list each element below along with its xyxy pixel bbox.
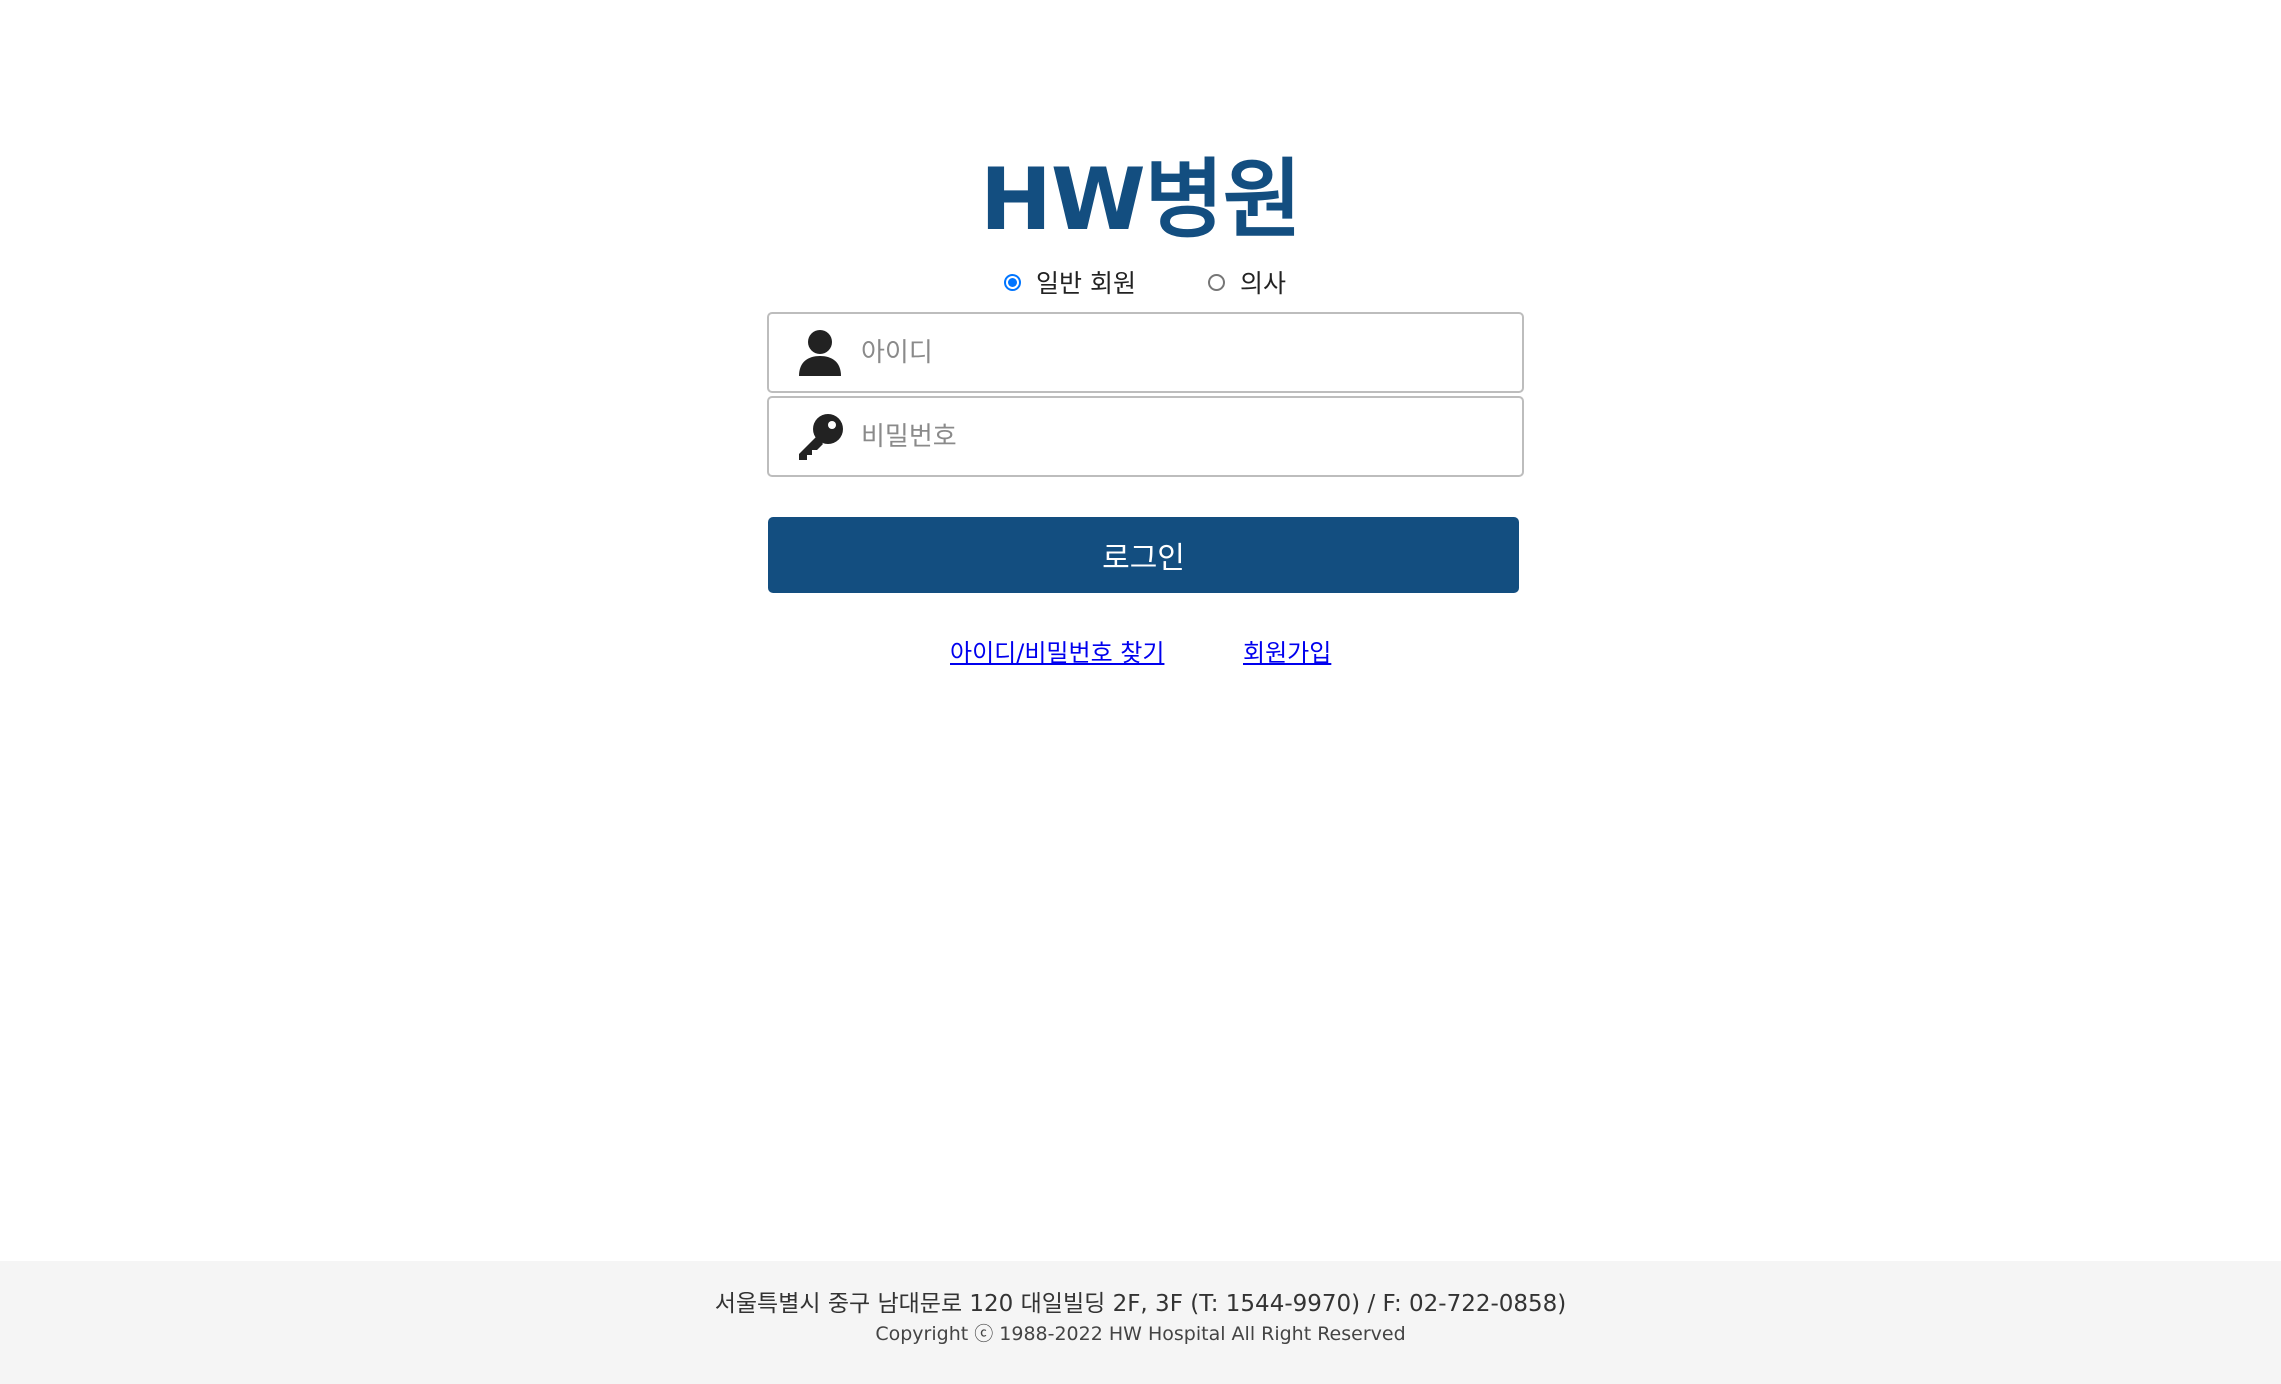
login-button[interactable]: 로그인: [768, 517, 1519, 593]
login-page: HW병원 일반 회원 의사 로그인 아: [0, 0, 2281, 1384]
account-links: 아이디/비밀번호 찾기 회원가입: [0, 633, 2281, 673]
member-type-group: 일반 회원 의사: [0, 262, 2281, 302]
find-account-link[interactable]: 아이디/비밀번호 찾기: [950, 633, 1164, 668]
doctor-radio[interactable]: [1208, 273, 1225, 291]
role-doctor[interactable]: 의사: [1208, 262, 1286, 302]
id-field[interactable]: [767, 312, 1524, 393]
user-icon: [795, 328, 845, 378]
doctor-label: 의사: [1240, 269, 1287, 298]
key-icon: [795, 412, 845, 462]
general-member-radio[interactable]: [1004, 273, 1021, 291]
general-member-label: 일반 회원: [1036, 269, 1136, 298]
password-field[interactable]: [767, 396, 1524, 477]
footer-copyright: Copyright ⓒ 1988-2022 HW Hospital All Ri…: [875, 1323, 1406, 1345]
hospital-logo[interactable]: HW병원: [0, 145, 2281, 255]
id-input[interactable]: [859, 321, 1522, 384]
role-general-member[interactable]: 일반 회원: [1004, 262, 1136, 302]
footer-address: 서울특별시 중구 남대문로 120 대일빌딩 2F, 3F (T: 1544-9…: [714, 1291, 1567, 1317]
password-input[interactable]: [859, 405, 1522, 468]
sign-up-link[interactable]: 회원가입: [1243, 633, 1331, 668]
footer: 서울특별시 중구 남대문로 120 대일빌딩 2F, 3F (T: 1544-9…: [0, 1261, 2281, 1384]
